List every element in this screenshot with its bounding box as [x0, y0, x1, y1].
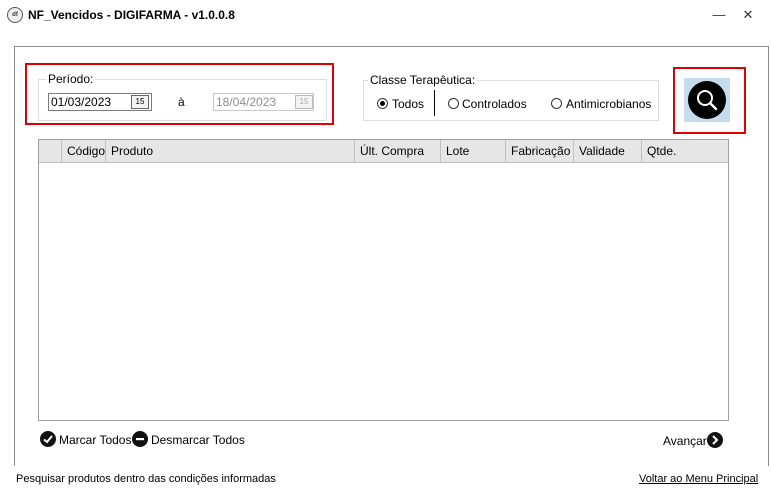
col-select[interactable]	[39, 140, 62, 162]
col-fabricacao[interactable]: Fabricação	[506, 140, 574, 162]
radio-todos-label[interactable]: Todos	[392, 97, 424, 111]
radio-antimicrobianos-label[interactable]: Antimicrobianos	[566, 97, 651, 111]
radio-controlados[interactable]	[448, 98, 459, 109]
app-icon: df	[7, 7, 23, 23]
title-bar: df NF_Vencidos - DIGIFARMA - v1.0.0.8 — …	[0, 0, 771, 30]
col-ult-compra[interactable]: Últ. Compra	[355, 140, 441, 162]
close-button[interactable]: ✕	[736, 4, 760, 26]
window-title: NF_Vencidos - DIGIFARMA - v1.0.0.8	[28, 8, 235, 22]
menu-principal-link[interactable]: Voltar ao Menu Principal	[639, 473, 758, 485]
check-circle-icon[interactable]	[40, 431, 56, 447]
col-lote[interactable]: Lote	[441, 140, 506, 162]
focus-divider	[434, 90, 435, 116]
desmarcar-todos-button[interactable]: Desmarcar Todos	[151, 433, 245, 447]
products-grid[interactable]: Código Produto Últ. Compra Lote Fabricaç…	[38, 139, 729, 421]
search-highlight	[673, 67, 746, 134]
classe-legend: Classe Terapêutica:	[368, 73, 478, 87]
minimize-button[interactable]: —	[707, 4, 731, 26]
radio-todos[interactable]	[377, 98, 388, 109]
grid-header: Código Produto Últ. Compra Lote Fabricaç…	[39, 140, 728, 163]
radio-antimicrobianos[interactable]	[551, 98, 562, 109]
periodo-highlight	[25, 63, 334, 125]
minus-circle-icon[interactable]	[132, 431, 148, 447]
status-message: Pesquisar produtos dentro das condições …	[16, 473, 276, 485]
avancar-button[interactable]: Avançar	[663, 434, 707, 448]
col-codigo[interactable]: Código	[62, 140, 106, 162]
col-qtde[interactable]: Qtde.	[642, 140, 728, 162]
arrow-right-circle-icon[interactable]	[707, 432, 723, 448]
col-produto[interactable]: Produto	[106, 140, 355, 162]
marcar-todos-button[interactable]: Marcar Todos	[59, 433, 131, 447]
radio-controlados-label[interactable]: Controlados	[462, 97, 527, 111]
col-validade[interactable]: Validade	[574, 140, 642, 162]
